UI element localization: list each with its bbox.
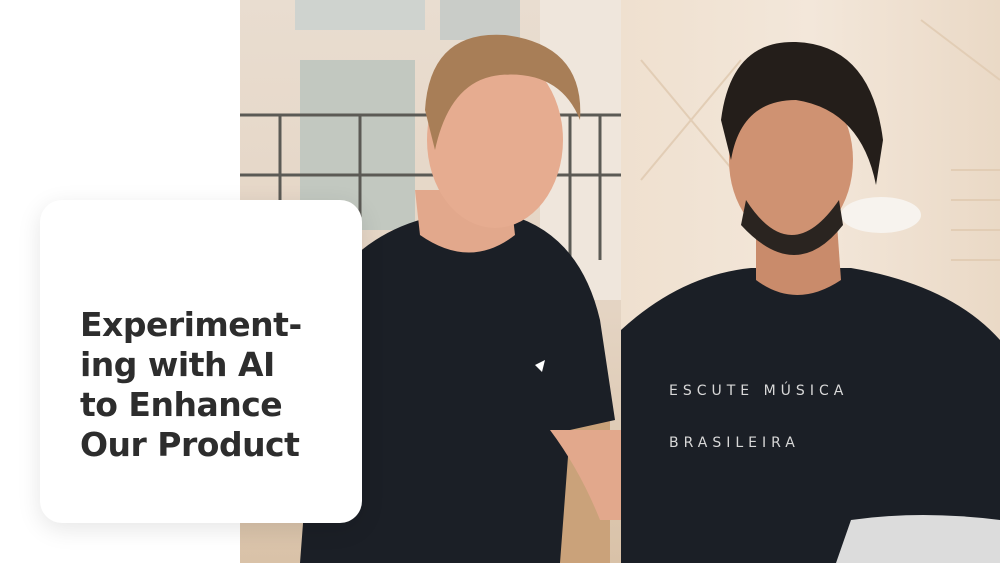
background-window xyxy=(440,0,520,40)
title-line-2: ing with AI xyxy=(80,345,275,384)
portrait-photo-right: ESCUTE MÚSICA BRASILEIRA xyxy=(621,0,1000,563)
title-line-1: Experiment- xyxy=(80,305,302,344)
portrait-right-illustration: ESCUTE MÚSICA BRASILEIRA xyxy=(621,19,1000,563)
shirt-print-line2: BRASILEIRA xyxy=(669,435,800,451)
chair-back xyxy=(836,515,1000,563)
shirt-print-line1: ESCUTE MÚSICA xyxy=(669,381,848,399)
title-card: Experiment- ing with AI to Enhance Our P… xyxy=(40,200,362,523)
background-lamp xyxy=(841,197,921,233)
background-window xyxy=(295,0,425,30)
title-line-3: to Enhance xyxy=(80,385,283,424)
title-line-4: Our Product xyxy=(80,425,300,464)
